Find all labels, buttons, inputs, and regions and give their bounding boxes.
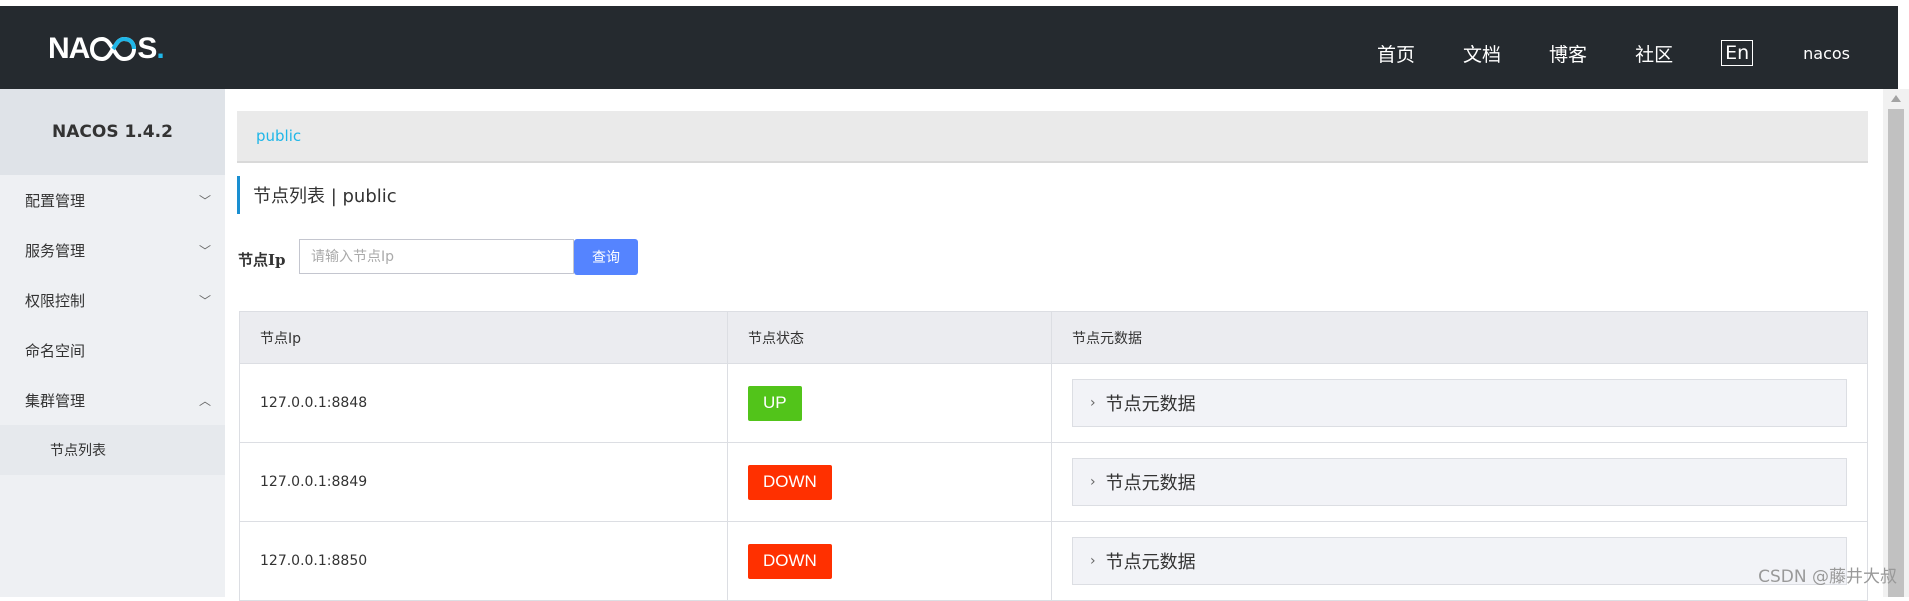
table-row: 127.0.0.1:8850 DOWN › 节点元数据 xyxy=(240,522,1867,601)
search-label: 节点Ip xyxy=(238,249,286,270)
language-toggle[interactable]: En xyxy=(1721,40,1753,66)
sidebar: NACOS 1.4.2 配置管理 ﹀ 服务管理 ﹀ 权限控制 ﹀ 命名空间 集群… xyxy=(0,89,225,597)
vertical-scrollbar[interactable] xyxy=(1883,89,1909,597)
search-input[interactable] xyxy=(299,239,574,274)
sidebar-item-label: 集群管理 xyxy=(25,390,85,411)
header-node-ip: 节点Ip xyxy=(240,312,728,363)
node-ip-cell: 127.0.0.1:8848 xyxy=(240,364,728,442)
csdn-watermark: CSDN @藤井大叔 xyxy=(1758,562,1897,587)
nacos-logo[interactable]: NA S . xyxy=(48,33,164,65)
nav-blog[interactable]: 博客 xyxy=(1549,40,1587,67)
chevron-down-icon: ﹀ xyxy=(199,192,211,209)
node-ip-cell: 127.0.0.1:8849 xyxy=(240,443,728,521)
sidebar-version: NACOS 1.4.2 xyxy=(0,89,225,175)
user-menu[interactable]: nacos xyxy=(1803,44,1850,63)
nav-docs[interactable]: 文档 xyxy=(1463,40,1501,67)
chevron-right-icon: › xyxy=(1090,474,1096,490)
sidebar-item-label: 权限控制 xyxy=(25,290,85,311)
metadata-label: 节点元数据 xyxy=(1106,469,1196,495)
nav-community[interactable]: 社区 xyxy=(1635,40,1673,67)
metadata-collapse[interactable]: › 节点元数据 xyxy=(1072,379,1847,427)
chevron-right-icon: › xyxy=(1090,553,1096,569)
status-badge: DOWN xyxy=(748,465,832,500)
sidebar-item-config[interactable]: 配置管理 ﹀ xyxy=(0,175,225,225)
chevron-down-icon: ﹀ xyxy=(199,242,211,259)
logo-text-left: NA xyxy=(48,32,89,66)
node-status-cell: UP xyxy=(728,364,1052,442)
top-nav: 首页 文档 博客 社区 En nacos xyxy=(1377,36,1898,70)
breadcrumb: public xyxy=(237,111,1868,163)
logo-text-right: S xyxy=(137,32,156,66)
header-node-status: 节点状态 xyxy=(728,312,1052,363)
chevron-up-icon: ︿ xyxy=(199,392,211,409)
scroll-up-icon[interactable] xyxy=(1891,95,1901,102)
node-meta-cell: › 节点元数据 xyxy=(1052,364,1867,442)
node-meta-cell: › 节点元数据 xyxy=(1052,443,1867,521)
node-status-cell: DOWN xyxy=(728,443,1052,521)
logo-dot: . xyxy=(156,32,163,66)
sidebar-item-label: 配置管理 xyxy=(25,190,85,211)
sidebar-item-label: 命名空间 xyxy=(25,340,85,361)
breadcrumb-namespace[interactable]: public xyxy=(256,127,301,145)
table-header-row: 节点Ip 节点状态 节点元数据 xyxy=(240,312,1867,364)
infinity-icon xyxy=(90,35,136,63)
table-row: 127.0.0.1:8848 UP › 节点元数据 xyxy=(240,364,1867,443)
header-node-meta: 节点元数据 xyxy=(1052,312,1867,363)
chevron-down-icon: ﹀ xyxy=(199,292,211,309)
node-table: 节点Ip 节点状态 节点元数据 127.0.0.1:8848 UP › 节点元数… xyxy=(239,311,1868,601)
sidebar-item-auth[interactable]: 权限控制 ﹀ xyxy=(0,275,225,325)
top-header: NA S . 首页 文档 博客 社区 En nacos xyxy=(0,6,1898,89)
status-badge: DOWN xyxy=(748,544,832,579)
chevron-right-icon: › xyxy=(1090,395,1096,411)
node-meta-cell: › 节点元数据 xyxy=(1052,522,1867,600)
main-content: public 节点列表 | public 节点Ip 查询 节点Ip 节点状态 节… xyxy=(225,89,1883,597)
sidebar-item-label: 服务管理 xyxy=(25,240,85,261)
sidebar-item-cluster[interactable]: 集群管理 ︿ xyxy=(0,375,225,425)
node-ip-cell: 127.0.0.1:8850 xyxy=(240,522,728,600)
sidebar-item-service[interactable]: 服务管理 ﹀ xyxy=(0,225,225,275)
sidebar-subitem-node-list[interactable]: 节点列表 xyxy=(0,425,225,475)
metadata-label: 节点元数据 xyxy=(1106,548,1196,574)
sidebar-item-namespace[interactable]: 命名空间 xyxy=(0,325,225,375)
metadata-collapse[interactable]: › 节点元数据 xyxy=(1072,458,1847,506)
metadata-label: 节点元数据 xyxy=(1106,390,1196,416)
table-row: 127.0.0.1:8849 DOWN › 节点元数据 xyxy=(240,443,1867,522)
search-button[interactable]: 查询 xyxy=(574,239,638,275)
page-title: 节点列表 | public xyxy=(237,176,397,214)
scrollbar-thumb[interactable] xyxy=(1888,109,1904,597)
metadata-collapse[interactable]: › 节点元数据 xyxy=(1072,537,1847,585)
nav-home[interactable]: 首页 xyxy=(1377,40,1415,67)
status-badge: UP xyxy=(748,386,802,421)
node-status-cell: DOWN xyxy=(728,522,1052,600)
